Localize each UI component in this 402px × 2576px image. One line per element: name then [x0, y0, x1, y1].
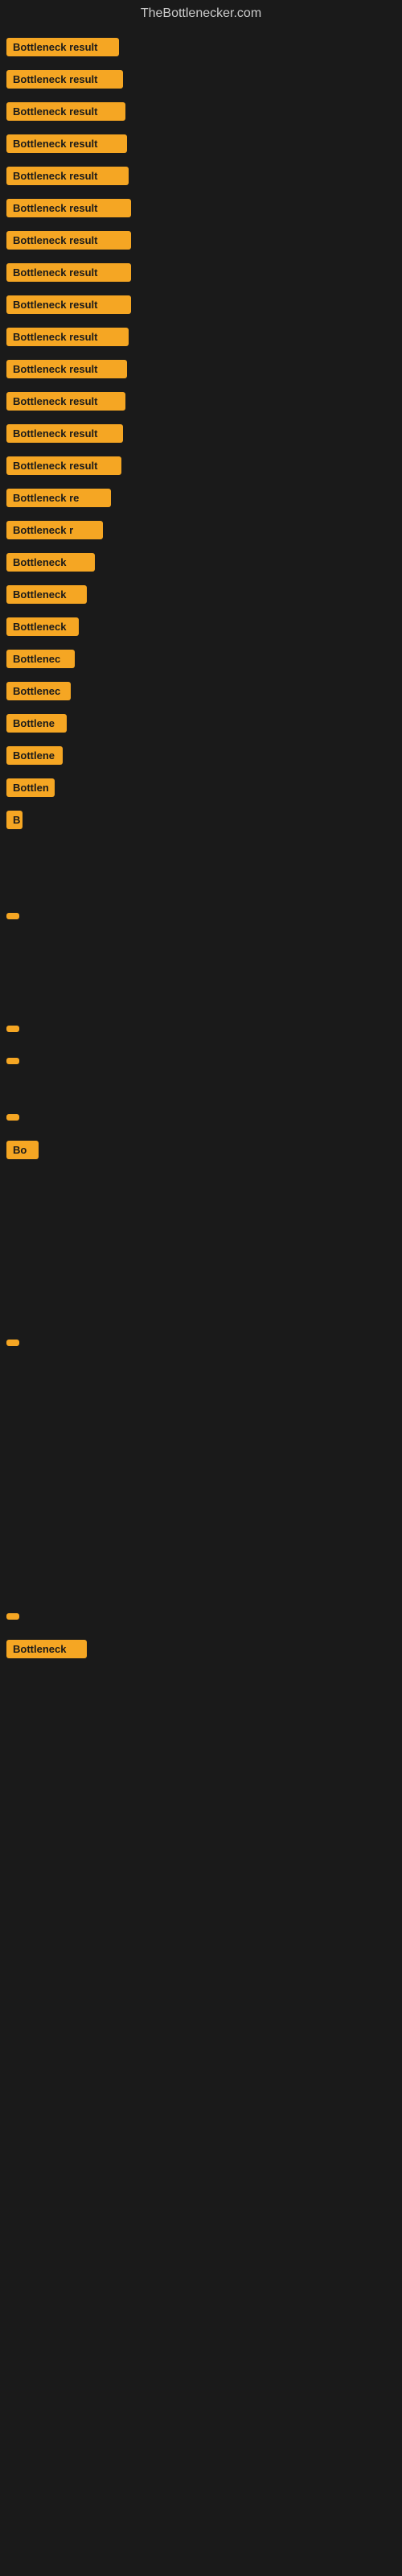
results-list: Bottleneck result Bottleneck result Bottle… — [0, 31, 402, 1987]
result-row: Bottleneck — [3, 1633, 399, 1665]
result-row: Bottleneck result — [3, 288, 399, 320]
result-row: Bottleneck result — [3, 224, 399, 256]
result-row: Bottlenec — [3, 642, 399, 675]
result-row: Bottleneck result — [3, 192, 399, 224]
result-row: Bottleneck — [3, 578, 399, 610]
bottleneck-badge[interactable]: Bo — [6, 1141, 39, 1159]
bottleneck-badge[interactable] — [6, 913, 19, 919]
bottleneck-badge[interactable]: Bottleneck result — [6, 360, 127, 378]
bottleneck-badge[interactable] — [6, 1340, 19, 1346]
bottleneck-badge[interactable] — [6, 1058, 19, 1064]
result-row: Bottleneck result — [3, 320, 399, 353]
bottleneck-badge[interactable]: Bottleneck result — [6, 167, 129, 185]
result-row — [3, 1013, 399, 1045]
bottleneck-badge[interactable]: Bottlene — [6, 746, 63, 765]
bottleneck-badge[interactable]: Bottleneck result — [6, 134, 127, 153]
result-row — [3, 1045, 399, 1077]
result-row: Bo — [3, 1133, 399, 1166]
bottleneck-badge[interactable]: Bottleneck — [6, 1640, 87, 1658]
bottleneck-badge[interactable]: Bottleneck result — [6, 102, 125, 121]
result-row: Bottleneck result — [3, 95, 399, 127]
result-row: Bottlen — [3, 771, 399, 803]
result-row: Bottleneck result — [3, 127, 399, 159]
bottleneck-badge[interactable]: Bottlen — [6, 778, 55, 797]
bottleneck-badge[interactable]: Bottleneck — [6, 585, 87, 604]
bottleneck-badge[interactable]: Bottleneck result — [6, 38, 119, 56]
bottleneck-badge[interactable] — [6, 1026, 19, 1032]
result-row: Bottlenec — [3, 675, 399, 707]
bottleneck-badge[interactable]: Bottleneck result — [6, 424, 123, 443]
bottleneck-badge[interactable]: B — [6, 811, 23, 829]
result-row: Bottleneck result — [3, 385, 399, 417]
bottleneck-badge[interactable]: Bottlenec — [6, 650, 75, 668]
bottleneck-badge[interactable]: Bottleneck result — [6, 328, 129, 346]
bottleneck-badge[interactable]: Bottleneck result — [6, 295, 131, 314]
site-header: TheBottlenecker.com — [0, 0, 402, 31]
bottleneck-badge[interactable]: Bottleneck result — [6, 70, 123, 89]
result-row: Bottleneck r — [3, 514, 399, 546]
result-row: Bottleneck result — [3, 31, 399, 63]
bottleneck-badge[interactable]: Bottleneck — [6, 553, 95, 572]
result-row: B — [3, 803, 399, 836]
bottleneck-badge[interactable]: Bottleneck re — [6, 489, 111, 507]
result-row: Bottleneck — [3, 546, 399, 578]
result-row: Bottlene — [3, 707, 399, 739]
result-row — [3, 1101, 399, 1133]
bottleneck-badge[interactable]: Bottleneck — [6, 617, 79, 636]
result-row: Bottleneck result — [3, 63, 399, 95]
result-row — [3, 900, 399, 932]
result-row — [3, 1600, 399, 1633]
bottleneck-badge[interactable]: Bottlenec — [6, 682, 71, 700]
site-title: TheBottlenecker.com — [0, 0, 402, 31]
result-row: Bottleneck result — [3, 417, 399, 449]
bottleneck-badge[interactable]: Bottleneck result — [6, 231, 131, 250]
bottleneck-badge[interactable]: Bottlene — [6, 714, 67, 733]
result-row: Bottleneck — [3, 610, 399, 642]
bottleneck-badge[interactable] — [6, 1114, 19, 1121]
result-row: Bottleneck result — [3, 449, 399, 481]
result-row: Bottleneck result — [3, 353, 399, 385]
result-row: Bottlene — [3, 739, 399, 771]
bottleneck-badge[interactable]: Bottleneck result — [6, 456, 121, 475]
bottleneck-badge[interactable]: Bottleneck result — [6, 392, 125, 411]
result-row: Bottleneck result — [3, 256, 399, 288]
bottleneck-badge[interactable]: Bottleneck result — [6, 199, 131, 217]
result-row: Bottleneck result — [3, 159, 399, 192]
result-row: Bottleneck re — [3, 481, 399, 514]
bottleneck-badge[interactable] — [6, 1613, 19, 1620]
result-row — [3, 1327, 399, 1359]
bottleneck-badge[interactable]: Bottleneck r — [6, 521, 103, 539]
bottleneck-badge[interactable]: Bottleneck result — [6, 263, 131, 282]
